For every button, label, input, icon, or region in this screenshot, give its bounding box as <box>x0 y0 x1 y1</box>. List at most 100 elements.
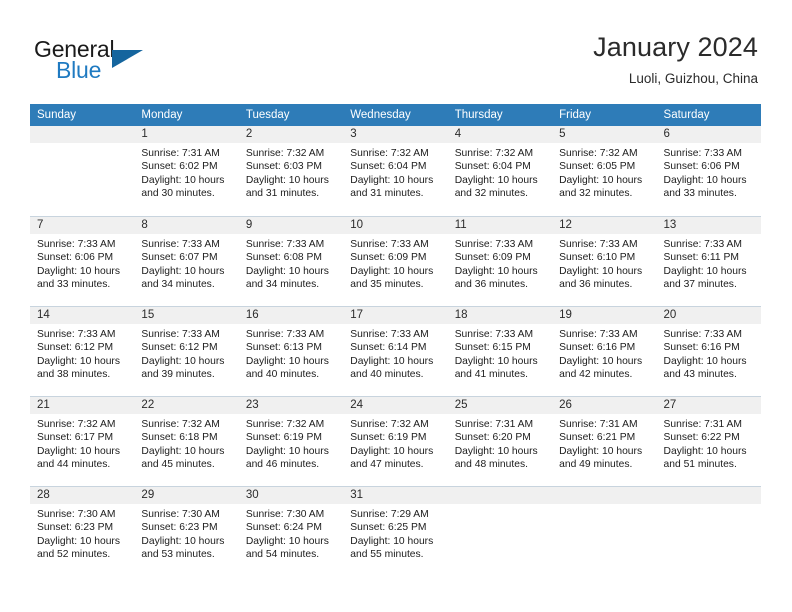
day-cell[interactable]: 4 Sunrise: 7:32 AM Sunset: 6:04 PM Daylight… <box>447 126 553 216</box>
dow-monday: Monday <box>141 109 183 121</box>
day-cell[interactable]: 1 Sunrise: 7:31 AM Sunset: 6:02 PM Daylight… <box>134 126 239 216</box>
daylight-duration-line2: and 43 minutes. <box>663 369 737 381</box>
day-number: 23 <box>238 397 344 414</box>
day-cell[interactable]: 12 Sunrise: 7:33 AM Sunset: 6:10 PM Dayligh… <box>552 217 657 307</box>
day-cell[interactable]: 20 Sunrise: 7:33 AM Sunset: 6:16 PM Dayligh… <box>656 307 761 397</box>
day-cell[interactable]: 10 Sunrise: 7:33 AM Sunset: 6:09 PM Dayligh… <box>343 217 448 307</box>
daylight-duration-line1: Daylight: 10 hours <box>350 174 434 186</box>
sunset-time: Sunset: 6:02 PM <box>141 161 218 173</box>
day-details: Sunrise: 7:33 AM Sunset: 6:09 PM Daylight:… <box>343 234 447 292</box>
sunset-time: Sunset: 6:07 PM <box>141 252 218 264</box>
day-details: Sunrise: 7:30 AM Sunset: 6:23 PM Daylight:… <box>30 504 134 562</box>
day-cell[interactable]: 2 Sunrise: 7:32 AM Sunset: 6:03 PM Daylight… <box>238 126 344 216</box>
day-details: Sunrise: 7:32 AM Sunset: 6:19 PM Daylight:… <box>239 414 343 472</box>
daylight-duration-line1: Daylight: 10 hours <box>350 445 434 457</box>
day-cell[interactable]: 11 Sunrise: 7:33 AM Sunset: 6:09 PM Dayligh… <box>447 217 553 307</box>
daylight-duration-line1: Daylight: 10 hours <box>37 535 120 547</box>
day-cell[interactable]: 31 Sunrise: 7:29 AM Sunset: 6:25 PM Dayligh… <box>343 487 448 577</box>
daylight-duration-line2: and 36 minutes. <box>454 279 528 291</box>
day-cell[interactable]: 6 Sunrise: 7:33 AM Sunset: 6:06 PM Daylight… <box>656 126 761 216</box>
sunrise-time: Sunrise: 7:33 AM <box>663 148 742 159</box>
day-cell[interactable]: 22 Sunrise: 7:32 AM Sunset: 6:18 PM Dayligh… <box>134 397 239 487</box>
day-number: 30 <box>238 487 344 504</box>
day-cell[interactable]: 23 Sunrise: 7:32 AM Sunset: 6:19 PM Dayligh… <box>238 397 344 487</box>
day-of-week-header-row: Sunday Monday Tuesday Wednesday Thursday… <box>30 104 761 126</box>
daylight-duration-line2: and 30 minutes. <box>141 188 215 200</box>
daylight-duration-line2: and 54 minutes. <box>245 549 320 561</box>
day-cell[interactable]: 16 Sunrise: 7:33 AM Sunset: 6:13 PM Dayligh… <box>238 307 344 397</box>
day-details: Sunrise: 7:33 AM Sunset: 6:07 PM Daylight:… <box>134 234 238 292</box>
dow-saturday: Saturday <box>663 109 710 121</box>
day-cell[interactable]: 17 Sunrise: 7:33 AM Sunset: 6:14 PM Dayligh… <box>343 307 448 397</box>
sunrise-time: Sunrise: 7:33 AM <box>245 239 325 250</box>
day-number: 20 <box>656 307 761 324</box>
daylight-duration-line1: Daylight: 10 hours <box>350 265 434 277</box>
daylight-duration-line2: and 48 minutes. <box>454 459 528 471</box>
day-cell[interactable]: 24 Sunrise: 7:32 AM Sunset: 6:19 PM Dayligh… <box>343 397 448 487</box>
dow-sunday: Sunday <box>37 109 77 121</box>
day-cell[interactable]: 30 Sunrise: 7:30 AM Sunset: 6:24 PM Dayligh… <box>238 487 344 577</box>
sunset-time: Sunset: 6:20 PM <box>454 432 531 444</box>
day-details: Sunrise: 7:29 AM Sunset: 6:25 PM Daylight:… <box>343 504 447 562</box>
daylight-duration-line2: and 55 minutes. <box>350 549 424 561</box>
daylight-duration-line1: Daylight: 10 hours <box>245 265 329 277</box>
day-details: Sunrise: 7:31 AM Sunset: 6:22 PM Daylight:… <box>657 414 761 472</box>
sunrise-time: Sunrise: 7:29 AM <box>350 509 429 520</box>
sunrise-time: Sunrise: 7:32 AM <box>245 148 325 159</box>
calendar-grid: Sunday Monday Tuesday Wednesday Thursday… <box>30 104 761 576</box>
day-cell[interactable]: 28 Sunrise: 7:30 AM Sunset: 6:23 PM Dayligh… <box>30 487 135 577</box>
day-cell[interactable]: 7 Sunrise: 7:33 AM Sunset: 6:06 PM Daylight… <box>30 217 135 307</box>
sunrise-time: Sunrise: 7:33 AM <box>141 329 220 340</box>
sunrise-time: Sunrise: 7:32 AM <box>350 148 429 159</box>
sunrise-time: Sunrise: 7:31 AM <box>559 419 638 430</box>
day-number: 17 <box>343 307 448 324</box>
day-details: Sunrise: 7:33 AM Sunset: 6:12 PM Daylight:… <box>134 324 238 382</box>
day-number: 19 <box>552 307 657 324</box>
day-cell[interactable]: 3 Sunrise: 7:32 AM Sunset: 6:04 PM Daylight… <box>343 126 448 216</box>
daylight-duration-line1: Daylight: 10 hours <box>350 355 434 367</box>
day-number: 10 <box>343 217 448 234</box>
day-cell[interactable]: 29 Sunrise: 7:30 AM Sunset: 6:23 PM Dayligh… <box>134 487 239 577</box>
sunrise-time: Sunrise: 7:32 AM <box>350 419 429 430</box>
logo-text-blue: Blue <box>56 57 102 83</box>
daylight-duration-line2: and 47 minutes. <box>350 459 424 471</box>
day-cell[interactable]: 25 Sunrise: 7:31 AM Sunset: 6:20 PM Dayligh… <box>447 397 553 487</box>
daylight-duration-line2: and 32 minutes. <box>454 188 528 200</box>
day-number: 1 <box>134 126 239 143</box>
day-cell[interactable]: 13 Sunrise: 7:33 AM Sunset: 6:11 PM Dayligh… <box>656 217 761 307</box>
sunset-time: Sunset: 6:23 PM <box>141 522 218 534</box>
sunrise-time: Sunrise: 7:31 AM <box>663 419 742 430</box>
day-cell[interactable]: 8 Sunrise: 7:33 AM Sunset: 6:07 PM Daylight… <box>134 217 239 307</box>
daylight-duration-line1: Daylight: 10 hours <box>663 355 747 367</box>
daylight-duration-line2: and 34 minutes. <box>141 279 215 291</box>
day-cell[interactable]: 9 Sunrise: 7:33 AM Sunset: 6:08 PM Daylight… <box>238 217 344 307</box>
day-cell[interactable]: 18 Sunrise: 7:33 AM Sunset: 6:15 PM Dayligh… <box>447 307 553 397</box>
sunrise-time: Sunrise: 7:31 AM <box>454 419 534 430</box>
sunset-time: Sunset: 6:19 PM <box>245 432 322 444</box>
sunrise-time: Sunrise: 7:33 AM <box>559 239 638 250</box>
day-cell[interactable]: 19 Sunrise: 7:33 AM Sunset: 6:16 PM Dayligh… <box>552 307 657 397</box>
dow-thursday: Thursday <box>454 109 503 121</box>
daylight-duration-line2: and 31 minutes. <box>350 188 424 200</box>
day-details: Sunrise: 7:33 AM Sunset: 6:10 PM Daylight:… <box>552 234 656 292</box>
daylight-duration-line1: Daylight: 10 hours <box>663 174 747 186</box>
daylight-duration-line2: and 35 minutes. <box>350 279 424 291</box>
day-cell[interactable]: 5 Sunrise: 7:32 AM Sunset: 6:05 PM Daylight… <box>552 126 657 216</box>
day-cell[interactable]: 26 Sunrise: 7:31 AM Sunset: 6:21 PM Dayligh… <box>552 397 657 487</box>
daylight-duration-line1: Daylight: 10 hours <box>559 355 643 367</box>
daylight-duration-line2: and 32 minutes. <box>559 188 633 200</box>
sunrise-time: Sunrise: 7:33 AM <box>37 239 116 250</box>
title-block: January 2024 Luoli, Guizhou, China <box>593 30 758 87</box>
day-cell[interactable]: 15 Sunrise: 7:33 AM Sunset: 6:12 PM Dayligh… <box>134 307 239 397</box>
sunset-time: Sunset: 6:08 PM <box>245 252 322 264</box>
general-blue-logo[interactable]: General Blue <box>34 36 214 88</box>
sunrise-time: Sunrise: 7:33 AM <box>350 239 429 250</box>
dow-friday: Friday <box>559 109 592 121</box>
day-cell[interactable]: 14 Sunrise: 7:33 AM Sunset: 6:12 PM Dayligh… <box>30 307 135 397</box>
day-number: 29 <box>134 487 239 504</box>
sunset-time: Sunset: 6:24 PM <box>245 522 322 534</box>
day-cell[interactable]: 27 Sunrise: 7:31 AM Sunset: 6:22 PM Dayligh… <box>656 397 761 487</box>
day-cell[interactable]: 21 Sunrise: 7:32 AM Sunset: 6:17 PM Dayligh… <box>30 397 135 487</box>
daylight-duration-line1: Daylight: 10 hours <box>141 445 225 457</box>
day-details: Sunrise: 7:32 AM Sunset: 6:03 PM Daylight:… <box>239 143 343 201</box>
